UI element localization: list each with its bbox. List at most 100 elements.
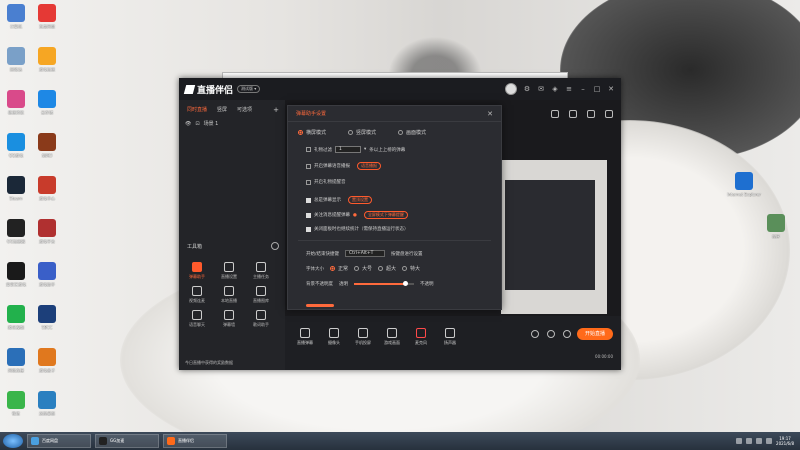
bottom-bar-item[interactable]: 游戏画面 <box>380 328 404 346</box>
opacity-slider[interactable] <box>354 281 414 286</box>
bottom-bar-item[interactable]: 手机投屏 <box>351 328 375 346</box>
tool-item[interactable]: 语音聊天 <box>185 310 209 328</box>
game-icon <box>7 262 25 280</box>
desktop-icon[interactable]: 剑网3 <box>29 133 65 158</box>
start-button[interactable] <box>3 434 23 448</box>
skin-icon[interactable]: ◈ <box>551 85 559 93</box>
taskbar-label: GG加速 <box>110 438 125 443</box>
game-icon <box>38 133 56 151</box>
chevron-down-icon: ▾ <box>364 147 367 152</box>
eye-icon[interactable]: 👁 <box>185 121 191 127</box>
taskbar-item[interactable]: 百度网盘 <box>27 434 91 448</box>
shop-icon[interactable] <box>569 110 577 118</box>
bottom-bar-item[interactable]: 麦克风 <box>409 328 433 346</box>
hotkey-input[interactable]: Ctrl+Alt+T <box>345 250 386 257</box>
option-gift-filter[interactable]: 礼物过滤 1 ▾ 条以上上榜的弹幕 <box>306 146 405 153</box>
desktop-icon[interactable]: 游戏平台 <box>29 219 65 244</box>
scene-item[interactable]: 👁 ⊡ 场景 1 <box>179 116 285 131</box>
opacity-slider-knob[interactable] <box>402 281 408 286</box>
clock[interactable]: 19:17 2021/6/8 <box>776 436 794 446</box>
add-tab-icon[interactable]: + <box>273 106 279 116</box>
gear-icon[interactable] <box>563 330 571 338</box>
tool-item[interactable]: 主播任务 <box>249 262 273 280</box>
desktop-icon[interactable]: 游戏加速 <box>29 47 65 72</box>
bottom-bar-item[interactable]: 扬声器 <box>438 328 462 346</box>
option-follow-alert[interactable]: 关注消息提醒弹幕 ● 全屏模式下弹幕提醒 <box>306 211 408 219</box>
tray-icon[interactable] <box>746 438 753 444</box>
checkbox[interactable] <box>306 212 311 218</box>
checkbox[interactable] <box>306 147 311 152</box>
minimize-icon[interactable]: – <box>579 85 587 93</box>
fullscreen-alert-button[interactable]: 全屏模式下弹幕提醒 <box>363 211 408 219</box>
tool-item[interactable]: 视频连麦 <box>185 286 209 304</box>
save-button[interactable] <box>306 304 334 307</box>
font-size-option-2[interactable]: 超大 <box>378 265 396 272</box>
close-icon[interactable]: ✕ <box>487 110 493 118</box>
bottom-bar-item[interactable]: 摄像头 <box>322 328 346 346</box>
option-voice[interactable]: 开启弹幕语音播报 语音播报 <box>306 162 381 170</box>
font-size-option-1[interactable]: 大号 <box>354 265 372 272</box>
option-keep-stats[interactable]: 关闭面板时也继续统计（需保持直播运行状态） <box>306 226 409 232</box>
version-dropdown[interactable]: 测试版 ▾ <box>237 85 261 93</box>
desktop-icon[interactable]: 云存储 <box>29 90 65 115</box>
option-gift-sound[interactable]: 开启礼物提醒音 <box>306 179 346 185</box>
desktop-icon[interactable]: 游戏盒子 <box>29 348 65 373</box>
menu-icon[interactable]: ≡ <box>565 85 573 93</box>
opacity-label: 背景不透明度 <box>306 282 333 287</box>
tab-1[interactable]: 竖屏 <box>217 106 227 116</box>
tab-2[interactable]: 可选项 <box>237 106 252 116</box>
tab-0[interactable]: 同时直播 <box>187 106 207 116</box>
checkbox[interactable] <box>306 226 311 232</box>
mode-option-1[interactable]: 竖屏模式 <box>348 129 376 136</box>
tool-label: 歌词助手 <box>253 322 269 327</box>
tool-item[interactable]: 直播设置 <box>217 262 241 280</box>
tray-icon[interactable] <box>756 438 763 444</box>
taskbar-item[interactable]: GG加速 <box>95 434 159 448</box>
pin-settings-button[interactable]: 置顶设置 <box>348 196 372 204</box>
game-icon <box>38 176 56 194</box>
tool-item[interactable]: 弹幕助手 <box>185 262 209 280</box>
tool-item[interactable]: 歌词助手 <box>249 310 273 328</box>
speaker-icon <box>445 328 455 338</box>
mode-option-2[interactable]: 画面模式 <box>398 129 426 136</box>
bottom-bar-item[interactable]: 直播弹幕 <box>293 328 317 346</box>
tool-item[interactable]: 弹幕墙 <box>217 310 241 328</box>
tool-item[interactable]: 直播图库 <box>249 286 273 304</box>
mode-label: 画面模式 <box>406 130 427 136</box>
desktop-icon[interactable]: 程序 <box>758 214 794 239</box>
desktop-icon[interactable]: 游戏助手 <box>29 262 65 287</box>
desktop-icon[interactable]: 远程桌面 <box>29 391 65 416</box>
checkbox[interactable] <box>306 163 311 169</box>
voice-settings-button[interactable]: 语音播报 <box>357 162 381 170</box>
tray-icon[interactable] <box>736 438 743 444</box>
info-icon[interactable]: ● <box>353 213 357 218</box>
tool-item[interactable]: 本地直播 <box>217 286 241 304</box>
mail-icon[interactable]: ✉ <box>537 85 545 93</box>
volume-icon[interactable] <box>766 438 773 444</box>
settings-icon[interactable]: ⚙ <box>523 85 531 93</box>
option-always-show[interactable]: 总是弹幕显示 置顶设置 <box>306 196 372 204</box>
desktop-icon[interactable]: SBCC <box>29 305 65 330</box>
lock-icon[interactable]: ⊡ <box>195 121 199 127</box>
maximize-icon[interactable]: □ <box>593 85 601 93</box>
desktop-icon[interactable]: Internet Explorer <box>726 172 762 197</box>
checkbox[interactable] <box>306 197 311 203</box>
start-live-button[interactable]: 开始直播 <box>577 328 613 340</box>
share-icon[interactable] <box>605 110 613 118</box>
font-size-option-0[interactable]: 正常 <box>330 265 348 272</box>
tools-settings-icon[interactable] <box>271 242 279 250</box>
desktop-icon[interactable]: 百度网盘 <box>29 4 65 29</box>
notify-icon[interactable] <box>587 110 595 118</box>
taskbar: 百度网盘 GG加速 直播伴侣 19:17 2021/6/8 <box>0 432 800 450</box>
eye-icon[interactable] <box>547 330 555 338</box>
avatar[interactable] <box>505 83 517 95</box>
record-icon[interactable] <box>531 330 539 338</box>
desktop-icon[interactable]: 游戏中心 <box>29 176 65 201</box>
taskbar-item[interactable]: 直播伴侣 <box>163 434 227 448</box>
filter-select[interactable]: 1 <box>335 146 361 153</box>
close-icon[interactable]: ✕ <box>607 85 615 93</box>
gift-icon[interactable] <box>551 110 559 118</box>
font-size-option-3[interactable]: 特大 <box>402 265 420 272</box>
checkbox[interactable] <box>306 179 311 185</box>
mode-option-0[interactable]: 横屏模式 <box>298 129 326 136</box>
